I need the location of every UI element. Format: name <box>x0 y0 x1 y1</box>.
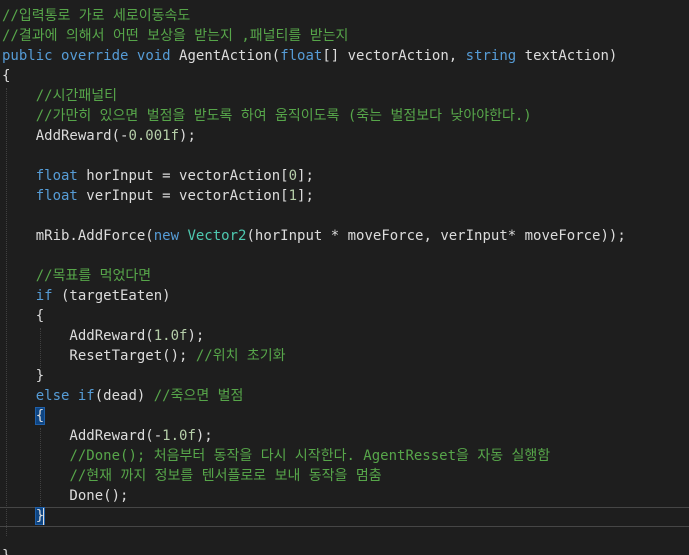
code-line[interactable]: //목표를 먹었다면 <box>0 266 151 286</box>
code-line[interactable]: float verInput = vectorAction[1]; <box>0 186 314 206</box>
code-line[interactable]: Done(); <box>0 486 128 506</box>
current-line-highlight <box>0 507 689 527</box>
code-line[interactable] <box>0 246 2 266</box>
code-token-text: AddReward( <box>2 328 154 344</box>
code-line[interactable]: ResetTarget(); //위치 초기화 <box>0 346 286 366</box>
code-token-comment: //가만히 있으면 벌점을 받도록 하여 움직이도록 (죽는 벌점보다 낮아야한… <box>35 108 532 124</box>
code-token-comment: //결과에 의해서 어떤 보상을 받는지 ,패널티를 받는지 <box>2 28 349 44</box>
code-line[interactable]: //시간패널티 <box>0 86 117 106</box>
code-token-num: 0 <box>288 168 298 184</box>
code-line[interactable]: float horInput = vectorAction[0]; <box>0 166 314 186</box>
code-token-kw: if <box>35 288 53 304</box>
code-token-kw: override <box>61 48 129 64</box>
code-token-text: ResetTarget(); <box>2 348 196 364</box>
code-line[interactable]: { <box>0 66 10 86</box>
code-token-comment: //현재 까지 정보를 텐서플로로 보내 동작을 멈춤 <box>69 468 382 484</box>
code-editor[interactable]: //입력통로 가로 세로이동속도 //결과에 의해서 어떤 보상을 받는지 ,패널… <box>0 0 689 555</box>
code-token-text: } <box>2 368 45 384</box>
code-line[interactable]: //현재 까지 정보를 텐서플로로 보내 동작을 멈춤 <box>0 466 382 486</box>
code-token-comment: //입력통로 가로 세로이동속도 <box>2 8 191 24</box>
code-line[interactable]: { <box>0 306 44 326</box>
code-line[interactable]: //Done(); 처음부터 동작을 다시 시작한다. AgentResset을… <box>0 446 550 466</box>
code-token-comment: //위치 초기화 <box>195 348 286 364</box>
code-token-text: mRib.AddForce( <box>2 228 154 244</box>
code-token-text: { <box>2 308 45 324</box>
code-token-num: 1 <box>288 188 298 204</box>
code-token-text: { <box>2 68 11 84</box>
code-line[interactable]: //결과에 의해서 어떤 보상을 받는지 ,패널티를 받는지 <box>0 26 348 46</box>
code-line[interactable]: } <box>0 506 46 526</box>
code-token-kw: else <box>35 388 70 404</box>
code-token-comment: //Done(); 처음부터 동작을 다시 시작한다. AgentResset을… <box>69 448 551 464</box>
text-caret <box>43 508 44 525</box>
code-token-num: 0.001f <box>128 128 180 144</box>
code-line[interactable]: AddReward(-1.0f); <box>0 426 213 446</box>
code-token-text: (dead) <box>94 388 154 404</box>
code-token-comment: //시간패널티 <box>35 88 117 104</box>
code-token-kw: float <box>35 188 78 204</box>
code-token-text: } <box>2 548 10 555</box>
code-line[interactable]: { <box>0 406 46 426</box>
code-token-kw: new <box>153 228 180 244</box>
code-line[interactable]: AddReward(1.0f); <box>0 326 204 346</box>
code-token-comment: //죽으면 벌점 <box>153 388 244 404</box>
code-token-kw: if <box>77 388 95 404</box>
code-token-type: Vector2 <box>187 228 247 244</box>
code-line[interactable]: //입력통로 가로 세로이동속도 <box>0 6 190 26</box>
code-token-text: horInput = vectorAction[ <box>77 168 289 184</box>
code-token-kw: float <box>35 168 78 184</box>
code-line[interactable] <box>0 526 2 546</box>
code-line[interactable] <box>0 206 2 226</box>
code-token-comment: //목표를 먹었다면 <box>35 268 152 284</box>
code-token-text: (horInput * moveForce, verInput* moveFor… <box>246 228 626 244</box>
code-token-kw: void <box>136 48 171 64</box>
code-token-text: ); <box>179 128 196 144</box>
code-token-text: [] vectorAction, <box>322 48 466 64</box>
code-line[interactable]: if (targetEaten) <box>0 286 171 306</box>
code-token-text: AddReward(- <box>2 128 129 144</box>
code-line[interactable]: //가만히 있으면 벌점을 받도록 하여 움직이도록 (죽는 벌점보다 낮아야한… <box>0 106 532 126</box>
code-token-kw: string <box>465 48 517 64</box>
code-token-text: Done(); <box>2 488 129 504</box>
code-line[interactable]: else if(dead) //죽으면 벌점 <box>0 386 244 406</box>
code-token-text: AgentAction( <box>170 48 281 64</box>
code-token-kw: public <box>2 48 53 64</box>
code-line[interactable]: public override void AgentAction(float[]… <box>0 46 617 66</box>
code-token-text: ]; <box>297 168 314 184</box>
code-token-text: ); <box>187 328 205 344</box>
code-token-kw: float <box>280 48 323 64</box>
code-line[interactable]: mRib.AddForce(new Vector2(horInput * mov… <box>0 226 626 246</box>
code-line[interactable] <box>0 146 2 166</box>
code-line[interactable]: } <box>0 546 10 555</box>
code-token-num: 1.0f <box>162 428 196 444</box>
code-token-text: (targetEaten) <box>52 288 171 304</box>
code-token-text: textAction) <box>516 48 618 64</box>
code-token-num: 1.0f <box>153 328 188 344</box>
code-token-text: AddReward(- <box>2 428 163 444</box>
code-line[interactable]: AddReward(-0.001f); <box>0 126 196 146</box>
code-line[interactable]: } <box>0 366 44 386</box>
code-token-text: verInput = vectorAction[ <box>77 188 289 204</box>
code-token-brace: { <box>34 407 46 425</box>
code-token-text: ); <box>195 428 213 444</box>
code-token-text: ]; <box>297 188 314 204</box>
